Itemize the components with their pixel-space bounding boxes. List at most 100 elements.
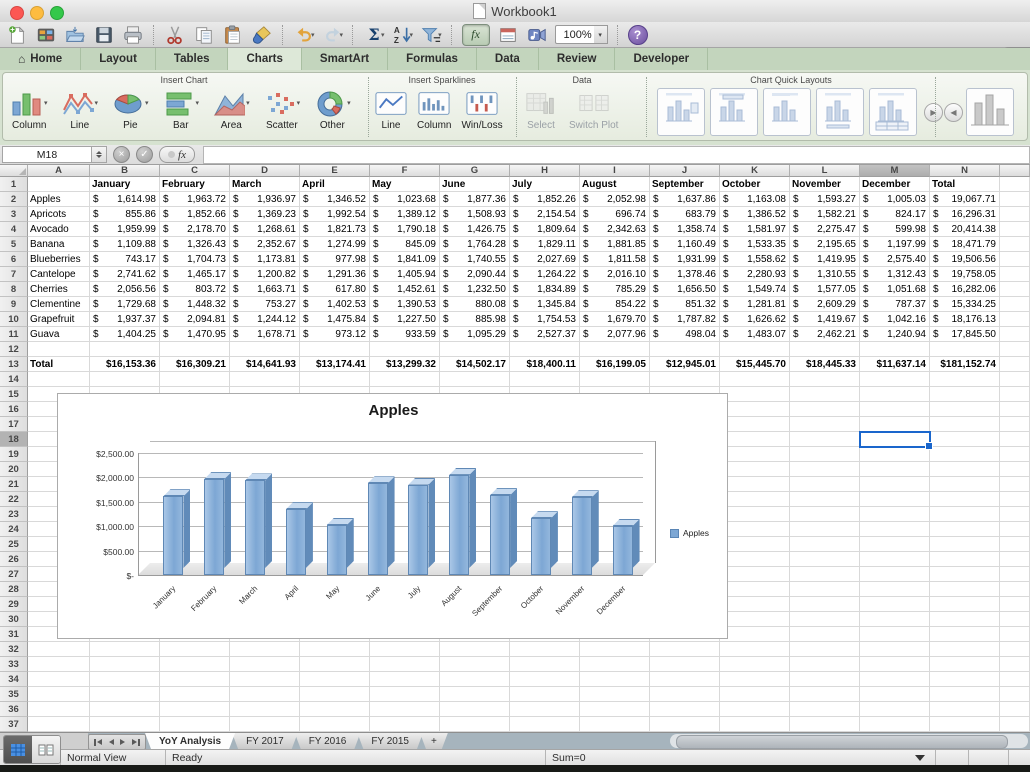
- column-header-f[interactable]: F: [370, 165, 440, 177]
- cell-a4[interactable]: Avocado: [28, 222, 90, 237]
- cell-b6[interactable]: $743.17: [90, 252, 160, 267]
- first-sheet-button[interactable]: [94, 739, 102, 746]
- cell-j3[interactable]: $683.79: [650, 207, 720, 222]
- cell-i4[interactable]: $2,342.63: [580, 222, 650, 237]
- cell-b36[interactable]: [90, 702, 160, 717]
- cell-l24[interactable]: [790, 522, 860, 537]
- cell-m35[interactable]: [860, 687, 930, 702]
- cell-h5[interactable]: $1,829.11: [510, 237, 580, 252]
- cell-i34[interactable]: [580, 672, 650, 687]
- cell-k17[interactable]: [720, 417, 790, 432]
- cell-a9[interactable]: Clementine: [28, 297, 90, 312]
- dropdown-caret-icon[interactable]: ▾: [246, 99, 250, 107]
- cell-e3[interactable]: $1,992.54: [300, 207, 370, 222]
- cell-d36[interactable]: [230, 702, 300, 717]
- cell-j34[interactable]: [650, 672, 720, 687]
- cut-button[interactable]: [164, 24, 186, 46]
- row-header-4[interactable]: 4: [0, 222, 28, 237]
- cell-l23[interactable]: [790, 507, 860, 522]
- cell-k20[interactable]: [720, 462, 790, 477]
- cell-h32[interactable]: [510, 642, 580, 657]
- cell-i6[interactable]: $1,811.58: [580, 252, 650, 267]
- cell-l17[interactable]: [790, 417, 860, 432]
- cell-a36[interactable]: [28, 702, 90, 717]
- cell-a11[interactable]: Guava: [28, 327, 90, 342]
- cell-n9[interactable]: $15,334.25: [930, 297, 1000, 312]
- tab-developer[interactable]: Developer: [615, 48, 708, 70]
- chart-quick-layout-thumbnail-2[interactable]: [710, 88, 758, 136]
- paste-button[interactable]: [222, 24, 244, 46]
- cell-d6[interactable]: $1,173.81: [230, 252, 300, 267]
- cell-e36[interactable]: [300, 702, 370, 717]
- cell-m31[interactable]: [860, 627, 930, 642]
- column-header-m[interactable]: M: [860, 165, 930, 177]
- cell-h36[interactable]: [510, 702, 580, 717]
- cell-f4[interactable]: $1,790.18: [370, 222, 440, 237]
- line-ribbon-button[interactable]: ▾Line: [62, 88, 99, 131]
- cell-a35[interactable]: [28, 687, 90, 702]
- cell-k25[interactable]: [720, 537, 790, 552]
- cell-c4[interactable]: $2,178.70: [160, 222, 230, 237]
- dropdown-caret-icon[interactable]: ▾: [297, 99, 301, 107]
- cell-l32[interactable]: [790, 642, 860, 657]
- print-button[interactable]: [122, 24, 144, 46]
- row-header-8[interactable]: 8: [0, 282, 28, 297]
- cell-l31[interactable]: [790, 627, 860, 642]
- horizontal-scrollbar[interactable]: [670, 734, 1028, 748]
- cell-e35[interactable]: [300, 687, 370, 702]
- cell-l19[interactable]: [790, 447, 860, 462]
- cell-d1[interactable]: March: [230, 177, 300, 192]
- redo-button[interactable]: [322, 24, 344, 46]
- cell-m29[interactable]: [860, 597, 930, 612]
- cell-h4[interactable]: $1,809.64: [510, 222, 580, 237]
- autosum-button[interactable]: Σ: [363, 24, 385, 46]
- row-header-24[interactable]: 24: [0, 522, 28, 537]
- cell-g7[interactable]: $2,090.44: [440, 267, 510, 282]
- cell-e37[interactable]: [300, 717, 370, 732]
- cell-g12[interactable]: [440, 342, 510, 357]
- cell-h33[interactable]: [510, 657, 580, 672]
- previous-sheet-button[interactable]: [109, 739, 114, 745]
- cell-k23[interactable]: [720, 507, 790, 522]
- cell-m14[interactable]: [860, 372, 930, 387]
- cell-j1[interactable]: September: [650, 177, 720, 192]
- cell-k12[interactable]: [720, 342, 790, 357]
- cell-g13[interactable]: $14,502.17: [440, 357, 510, 372]
- row-header-32[interactable]: 32: [0, 642, 28, 657]
- cell-f10[interactable]: $1,227.50: [370, 312, 440, 327]
- cell-a7[interactable]: Cantelope: [28, 267, 90, 282]
- cell-c10[interactable]: $2,094.81: [160, 312, 230, 327]
- cell-i12[interactable]: [580, 342, 650, 357]
- cell-k15[interactable]: [720, 387, 790, 402]
- cell-c14[interactable]: [160, 372, 230, 387]
- line-ribbon-button[interactable]: Line: [375, 88, 407, 131]
- cell-m28[interactable]: [860, 582, 930, 597]
- cell-c36[interactable]: [160, 702, 230, 717]
- cell-d33[interactable]: [230, 657, 300, 672]
- cell-n24[interactable]: [930, 522, 1000, 537]
- row-header-36[interactable]: 36: [0, 702, 28, 717]
- cell-l10[interactable]: $1,419.67: [790, 312, 860, 327]
- cell-l12[interactable]: [790, 342, 860, 357]
- cell-i10[interactable]: $1,679.70: [580, 312, 650, 327]
- cell-h13[interactable]: $18,400.11: [510, 357, 580, 372]
- cell-n33[interactable]: [930, 657, 1000, 672]
- cell-m3[interactable]: $824.17: [860, 207, 930, 222]
- cell-i7[interactable]: $2,016.10: [580, 267, 650, 282]
- cell-l21[interactable]: [790, 477, 860, 492]
- area-ribbon-button[interactable]: ▾Area: [213, 88, 250, 131]
- cell-h35[interactable]: [510, 687, 580, 702]
- cell-k11[interactable]: $1,483.07: [720, 327, 790, 342]
- cell-b12[interactable]: [90, 342, 160, 357]
- cell-f33[interactable]: [370, 657, 440, 672]
- zoom-dropdown-button[interactable]: ▾: [594, 25, 608, 44]
- cell-c33[interactable]: [160, 657, 230, 672]
- cell-j5[interactable]: $1,160.49: [650, 237, 720, 252]
- column-header-b[interactable]: B: [90, 165, 160, 177]
- cell-k10[interactable]: $1,626.62: [720, 312, 790, 327]
- cell-i1[interactable]: August: [580, 177, 650, 192]
- cell-i14[interactable]: [580, 372, 650, 387]
- cell-n3[interactable]: $16,296.31: [930, 207, 1000, 222]
- cell-d32[interactable]: [230, 642, 300, 657]
- cell-m7[interactable]: $1,312.43: [860, 267, 930, 282]
